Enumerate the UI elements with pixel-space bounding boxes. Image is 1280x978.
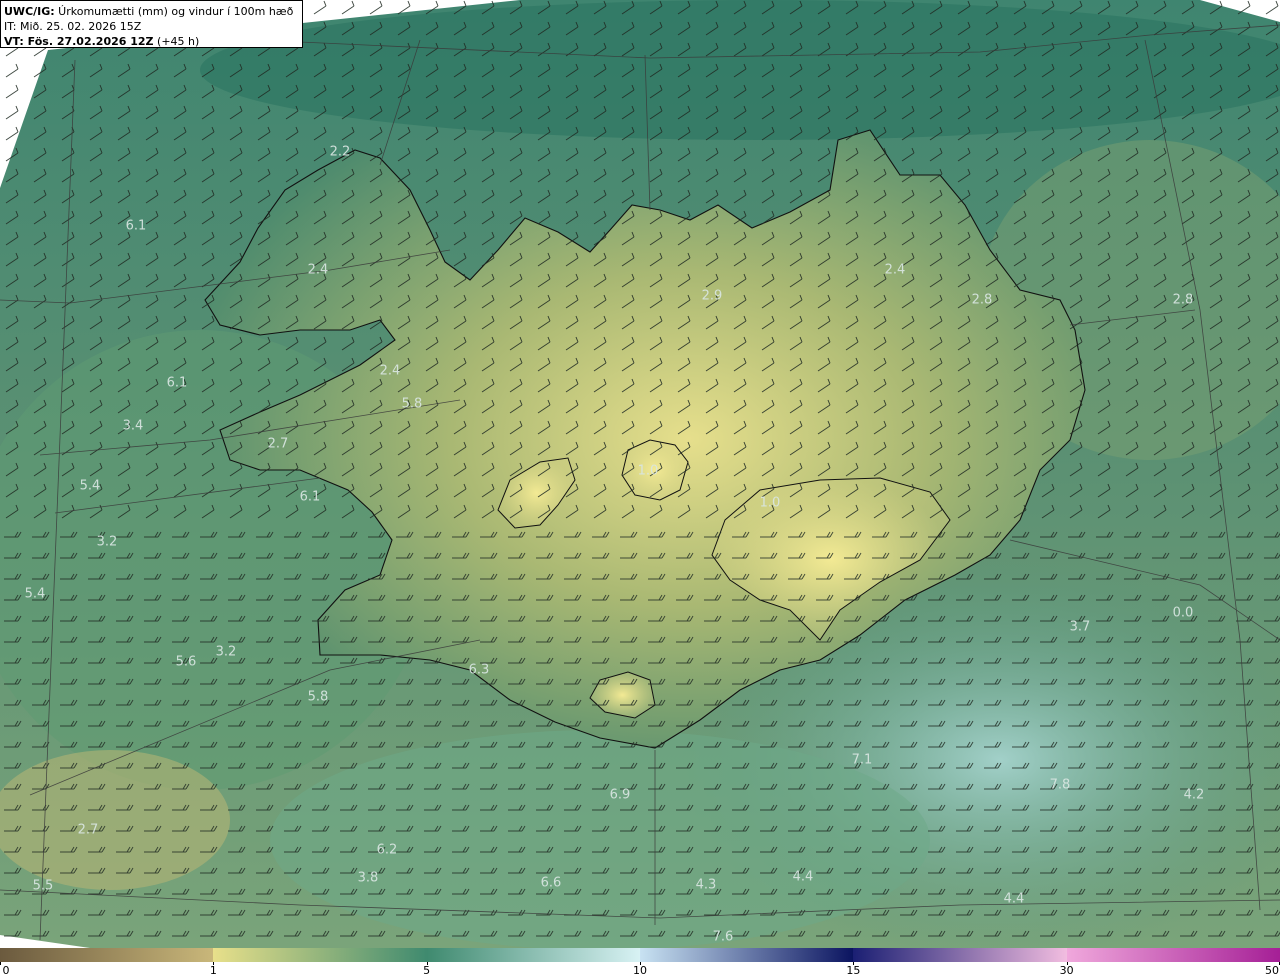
- precip-value-label: 0.0: [1173, 606, 1194, 621]
- precip-value-label: 2.7: [78, 823, 99, 838]
- precip-value-label: 2.2: [330, 145, 351, 160]
- colorbar-segment: [1066, 948, 1280, 962]
- precip-value-label: 4.4: [793, 870, 814, 885]
- forecast-map[interactable]: 2.2 6.1 2.4 2.9 2.8 6.1 5.8 2.4 3.4 2.7 5.4 6.1 1.0 1…: [0, 0, 1280, 948]
- colorbar-segment: [0, 948, 214, 962]
- colorbar-tick-label: 15: [846, 964, 861, 977]
- precip-value-label: 6.9: [610, 788, 631, 803]
- precip-value-label: 5.8: [402, 397, 423, 412]
- precip-value-label: 4.4: [1004, 892, 1025, 907]
- precip-value-label: 7.6: [713, 930, 734, 945]
- model-label: UWC/IG:: [4, 5, 55, 18]
- colorbar-segment: [853, 948, 1067, 962]
- colorbar-segment: [426, 948, 640, 962]
- precip-value-label: 6.3: [469, 663, 490, 678]
- colorbar-ticks: 0 1 5 10 15 30 50: [0, 962, 1280, 978]
- precip-value-label: 2.9: [702, 289, 723, 304]
- colorbar-tick-label: 0: [2, 964, 10, 977]
- precip-value-label: 7.1: [852, 753, 873, 768]
- precip-value-label: 5.4: [25, 587, 46, 602]
- map-header: UWC/IG: Úrkomumætti (mm) og vindur í 100…: [0, 0, 303, 48]
- precip-value-label: 3.7: [1070, 620, 1091, 635]
- precip-value-label: 2.4: [885, 263, 906, 278]
- field-label: Úrkomumætti (mm) og vindur í 100m hæð: [54, 5, 294, 18]
- precip-value-label: 6.6: [541, 876, 562, 891]
- precip-value-label: 5.8: [308, 690, 329, 705]
- precip-value-label: 6.2: [377, 843, 398, 858]
- precip-value-label: 6.1: [126, 219, 147, 234]
- colorbar-tick-label: 10: [633, 964, 647, 977]
- precip-value-label: 2.8: [1173, 293, 1194, 308]
- lead-time: (+45 h): [153, 35, 200, 48]
- precip-value-label: 4.2: [1184, 788, 1205, 803]
- precip-value-label: 3.8: [358, 871, 379, 886]
- precip-value-label: 7.8: [1050, 778, 1071, 793]
- wind-barbs-south: [0, 520, 1280, 948]
- colorbar-tick-label: 5: [423, 964, 431, 977]
- precip-value-label: 1.0: [638, 464, 659, 479]
- colorbar-segment: [639, 948, 854, 962]
- init-time: IT: Mið. 25. 02. 2026 15Z: [4, 20, 142, 33]
- precip-value-label: 3.2: [97, 535, 118, 550]
- colorbar-tick-label: 50: [1265, 964, 1279, 977]
- colorbar-tick-mark: [0, 962, 1, 965]
- precip-value-label: 1.0: [760, 496, 781, 511]
- valid-time: VT: Fös. 27.02.2026 12Z: [4, 35, 154, 48]
- precip-value-label: 2.4: [308, 263, 329, 278]
- precip-value-label: 5.6: [176, 655, 197, 670]
- precip-value-label: 5.4: [80, 479, 101, 494]
- colorbar-tick-label: 30: [1059, 964, 1074, 977]
- colorbar-scale: [0, 948, 1280, 962]
- precip-value-label: 2.4: [380, 364, 401, 379]
- precip-value-label: 2.8: [972, 293, 993, 308]
- precip-value-label: 5.5: [33, 879, 54, 894]
- colorbar-segment: [213, 948, 427, 962]
- precip-value-label: 2.7: [268, 437, 289, 452]
- precip-value-label: 4.3: [696, 878, 717, 893]
- colorbar: 0 1 5 10 15 30 50: [0, 948, 1280, 978]
- precip-value-label: 6.1: [167, 376, 188, 391]
- wind-barbs-north: [0, 0, 1280, 520]
- precip-value-label: 3.2: [216, 645, 237, 660]
- precip-value-label: 6.1: [300, 490, 321, 505]
- colorbar-tick-label: 1: [209, 964, 217, 977]
- precip-value-label: 3.4: [123, 419, 144, 434]
